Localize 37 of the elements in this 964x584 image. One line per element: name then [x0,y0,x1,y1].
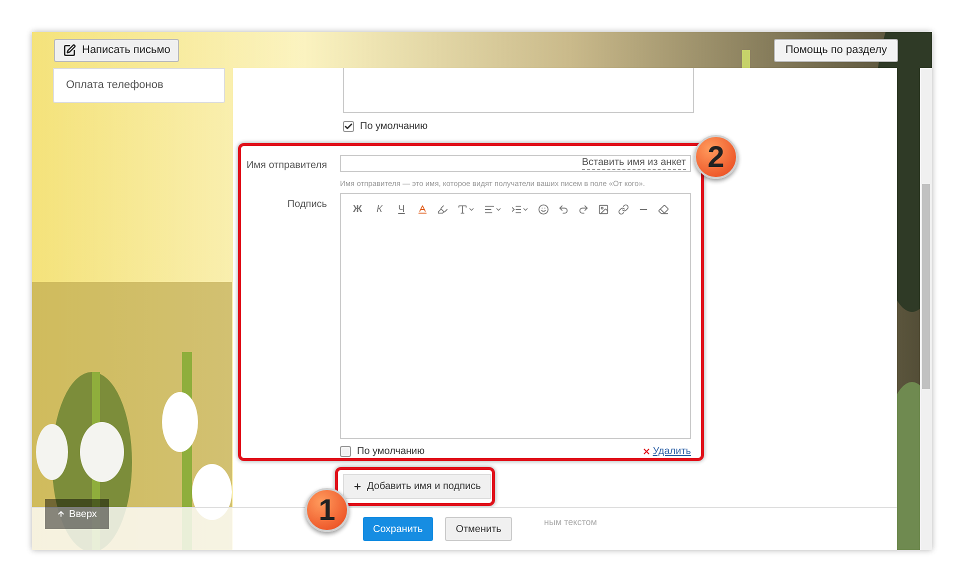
redo-icon[interactable] [578,204,589,216]
sidebar-item[interactable]: Оплата телефонов [66,77,212,94]
undo-icon[interactable] [558,204,569,216]
underline-button[interactable]: Ч [395,202,408,218]
checkbox-label: По умолчанию [360,120,428,134]
emoji-icon[interactable] [538,204,549,216]
bold-button[interactable]: Ж [351,202,364,218]
insert-name-link[interactable]: Вставить имя из анкет [582,157,686,170]
checkbox[interactable] [343,121,354,132]
check-icon [344,122,353,131]
eraser-icon[interactable] [658,204,669,216]
text-color-icon[interactable] [417,204,428,216]
help-button[interactable]: Помощь по разделу [774,38,898,62]
add-name-signature-button[interactable]: Добавить имя и подпись [343,474,491,499]
italic-button[interactable]: К [373,202,386,218]
sender-label: Имя отправителя [245,159,327,173]
signature-editor[interactable]: Ж К Ч [340,193,691,440]
back-to-top-button[interactable]: Вверх [45,499,109,529]
faded-text: ным текстом [544,516,597,529]
save-button[interactable]: Сохранить [363,517,433,541]
checkbox[interactable] [340,446,351,458]
compose-icon [63,44,76,56]
sender-field[interactable]: Вставить имя из анкет [340,155,691,172]
font-size-icon[interactable] [457,204,475,216]
arrow-up-icon [57,510,66,518]
plus-icon [353,482,362,491]
highlight-icon[interactable] [437,204,448,216]
align-icon[interactable] [484,204,502,216]
cross-icon [642,447,651,456]
indent-icon[interactable] [511,204,529,216]
link-icon[interactable] [618,204,629,216]
signature-label: Подпись [286,198,327,212]
image-icon[interactable] [598,204,609,216]
compose-button[interactable]: Написать письмо [54,38,180,62]
delete-link[interactable]: Удалить [642,444,691,460]
cancel-button[interactable]: Отменить [444,517,512,541]
checkbox-label: По умолчанию [357,445,425,460]
